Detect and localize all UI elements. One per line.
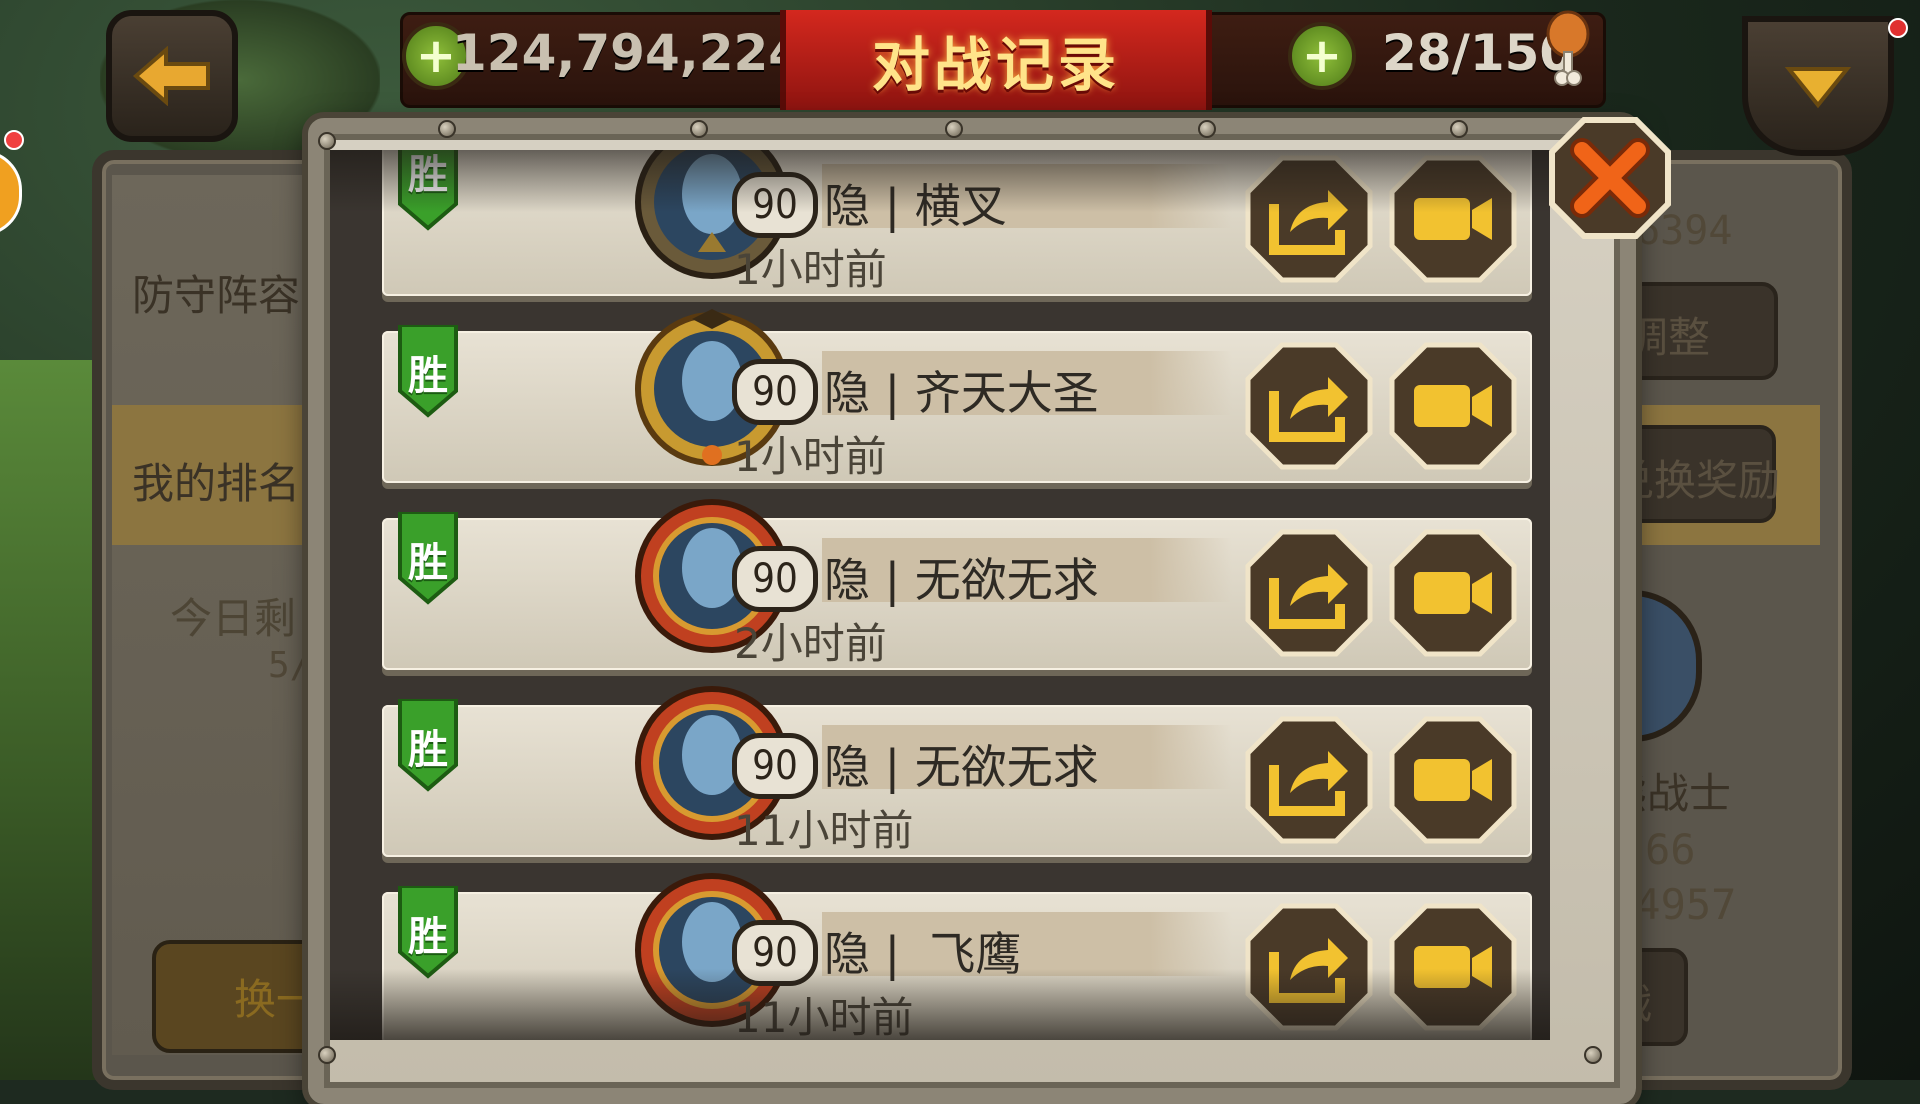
reward-label: 兑换奖励 (1612, 456, 1781, 505)
share-button[interactable] (1244, 341, 1374, 471)
plus-icon: + (1301, 28, 1343, 84)
share-button[interactable] (1244, 715, 1374, 845)
battle-record-list[interactable]: 胜 90 隐 | 横叉 1小时前 胜 90 隐 | 齐天大圣 1小时前 胜 90… (330, 150, 1550, 1040)
remaining-label: 今日剩 (170, 594, 297, 643)
player-level-badge: 90 (732, 733, 818, 799)
gold-amount: 124,794,224 (452, 24, 804, 82)
battle-time: 11小时前 (734, 993, 914, 1040)
replay-button[interactable] (1388, 902, 1518, 1032)
hero-level: 66 (1645, 825, 1696, 874)
back-arrow-icon (132, 46, 210, 106)
rivet-decoration (438, 120, 456, 138)
rivet-decoration (318, 1046, 336, 1064)
player-name: 隐 | 无欲无求 (824, 740, 1099, 794)
title-banner: 对战记录 (780, 10, 1212, 110)
result-label: 胜 (408, 540, 448, 586)
rivet-decoration (945, 120, 963, 138)
rivet-decoration (1450, 120, 1468, 138)
list-item: 胜 90 隐 | 飞鹰 11小时前 (382, 873, 1532, 1040)
defense-lineup-label: 防守阵容 (132, 271, 301, 320)
player-name: 隐 | 无欲无求 (824, 553, 1099, 607)
chevron-down-icon (1784, 67, 1852, 109)
list-item: 胜 90 隐 | 横叉 1小时前 (382, 150, 1532, 296)
replay-button[interactable] (1388, 528, 1518, 658)
battle-time: 1小时前 (734, 432, 887, 481)
player-name: 隐 | 横叉 (824, 179, 1007, 233)
player-level-badge: 90 (732, 546, 818, 612)
replay-button[interactable] (1388, 341, 1518, 471)
adjust-label: 调整 (1626, 313, 1711, 362)
list-item: 胜 90 隐 | 无欲无求 11小时前 (382, 686, 1532, 857)
player-level-badge: 90 (732, 359, 818, 425)
result-label: 胜 (408, 353, 448, 399)
rivet-decoration (318, 132, 336, 150)
page-title: 对战记录 (871, 31, 1120, 99)
replay-button[interactable] (1388, 154, 1518, 284)
change-button-label: 换一 (234, 975, 319, 1024)
close-button[interactable] (1548, 116, 1672, 240)
menu-notification-dot-icon (1888, 18, 1908, 38)
notification-dot-icon (4, 130, 24, 150)
list-item: 胜 90 隐 | 无欲无求 2小时前 (382, 499, 1532, 670)
rivet-decoration (690, 120, 708, 138)
plus-icon: + (415, 28, 457, 84)
result-label: 胜 (408, 152, 448, 198)
share-button[interactable] (1244, 154, 1374, 284)
remaining-value: 5/ (268, 645, 312, 686)
rivet-decoration (1198, 120, 1216, 138)
battle-time: 2小时前 (734, 619, 887, 668)
my-rank-label: 我的排名 (132, 459, 301, 508)
replay-button[interactable] (1388, 715, 1518, 845)
add-gem-button[interactable]: + (1288, 22, 1356, 90)
battle-time: 1小时前 (734, 245, 887, 294)
result-label: 胜 (408, 727, 448, 773)
player-name: 隐 | 齐天大圣 (824, 366, 1099, 420)
player-name: 隐 | 飞鹰 (824, 927, 1022, 981)
result-label: 胜 (408, 914, 448, 960)
drumstick-icon (1546, 10, 1590, 86)
share-button[interactable] (1244, 902, 1374, 1032)
battle-time: 11小时前 (734, 806, 914, 855)
player-level-badge: 90 (732, 920, 818, 986)
rivet-decoration (1584, 1046, 1602, 1064)
player-level-badge: 90 (732, 172, 818, 238)
back-button[interactable] (106, 10, 238, 142)
list-item: 胜 90 隐 | 齐天大圣 1小时前 (382, 309, 1532, 483)
dropdown-menu-button[interactable] (1742, 16, 1894, 156)
share-button[interactable] (1244, 528, 1374, 658)
